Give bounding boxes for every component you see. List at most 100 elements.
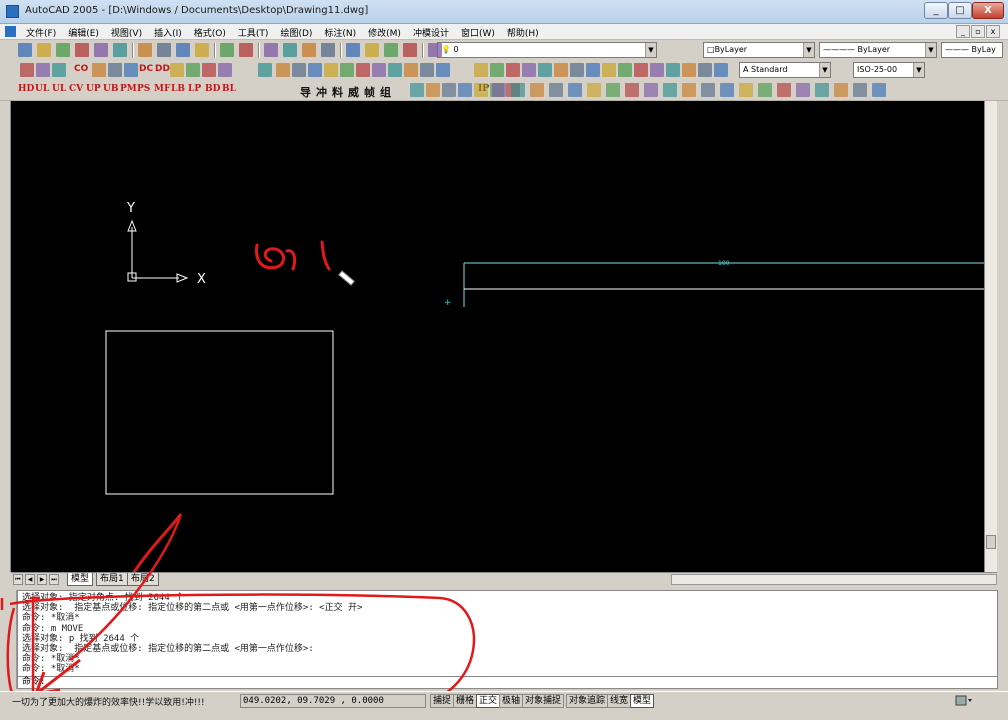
undo-icon[interactable] xyxy=(220,43,234,57)
osnap-toggle[interactable]: 对象捕捉 xyxy=(522,694,565,708)
draw-line-icon[interactable] xyxy=(20,63,34,77)
menu-item[interactable]: 文件(F) xyxy=(20,26,62,39)
menu-item[interactable]: 冲模设计 xyxy=(407,26,455,39)
die-design-tool-icon[interactable] xyxy=(739,83,753,97)
vertical-scrollbar[interactable] xyxy=(984,101,997,572)
menu-item[interactable]: 标注(N) xyxy=(318,26,362,39)
help-icon[interactable] xyxy=(403,43,417,57)
die-design-tool-icon[interactable] xyxy=(834,83,848,97)
menu-item[interactable]: 格式(O) xyxy=(188,26,232,39)
coordinate-readout[interactable]: 049.0202, 09.7029 , 0.0000 xyxy=(240,694,426,708)
preview-icon[interactable] xyxy=(94,43,108,57)
die-design-tool-icon[interactable] xyxy=(758,83,772,97)
die-design-tool-icon[interactable] xyxy=(492,83,506,97)
die-design-tool-icon[interactable] xyxy=(720,83,734,97)
zoom-window-icon[interactable] xyxy=(302,43,316,57)
menu-item[interactable]: 编辑(E) xyxy=(62,26,105,39)
polyline-icon[interactable] xyxy=(666,63,680,77)
lineweight-combo[interactable]: ——— ByLay xyxy=(941,42,1003,58)
die-design-tool-icon[interactable] xyxy=(625,83,639,97)
arc-icon[interactable] xyxy=(436,63,450,77)
spline-icon[interactable] xyxy=(506,63,520,77)
rectangle-icon[interactable] xyxy=(698,63,712,77)
polyline-icon[interactable] xyxy=(388,63,402,77)
menu-item[interactable]: 工具(T) xyxy=(232,26,275,39)
redo-icon[interactable] xyxy=(239,43,253,57)
polar-toggle[interactable]: 极轴 xyxy=(499,694,524,708)
ortho-toggle[interactable]: 正交 xyxy=(476,694,501,708)
text-style-combo[interactable]: A Standard ▼ xyxy=(739,62,831,78)
print-icon[interactable] xyxy=(75,43,89,57)
insert-block-icon[interactable] xyxy=(258,63,272,77)
insert-block-icon[interactable] xyxy=(538,63,552,77)
die-design-tool-icon[interactable] xyxy=(410,83,424,97)
die-cn-tool[interactable]: 冲 xyxy=(316,84,327,100)
die-design-tool-icon[interactable] xyxy=(682,83,696,97)
draw-line-icon[interactable] xyxy=(356,63,370,77)
next-tab-icon[interactable]: ▶ xyxy=(37,574,47,585)
circle-icon[interactable] xyxy=(170,63,184,77)
menu-item[interactable]: 绘图(D) xyxy=(274,26,318,39)
die-design-tool-icon[interactable] xyxy=(530,83,544,97)
point-icon[interactable] xyxy=(570,63,584,77)
die-cn-tool[interactable]: 导 xyxy=(300,84,311,100)
new-icon[interactable] xyxy=(18,43,32,57)
document-icon[interactable] xyxy=(5,26,16,37)
make-block-icon[interactable] xyxy=(554,63,568,77)
color-combo[interactable]: □ByLayer ▼ xyxy=(703,42,815,58)
die-tool-ub[interactable]: UB xyxy=(103,84,118,94)
dc-tool[interactable]: DC xyxy=(139,64,153,74)
menu-item[interactable]: 插入(I) xyxy=(148,26,188,39)
ellipse-icon[interactable] xyxy=(218,63,232,77)
die-cn-tool[interactable]: 组 xyxy=(380,84,391,100)
cut-icon[interactable] xyxy=(138,43,152,57)
ray-icon[interactable] xyxy=(372,63,386,77)
die-design-tool-icon[interactable] xyxy=(442,83,456,97)
menu-item[interactable]: 视图(V) xyxy=(105,26,148,39)
matchprop-icon[interactable] xyxy=(195,43,209,57)
rectangle-icon[interactable] xyxy=(108,63,122,77)
paste-icon[interactable] xyxy=(176,43,190,57)
die-design-tool-icon[interactable] xyxy=(426,83,440,97)
lineweight-toggle[interactable]: 线宽 xyxy=(607,694,632,708)
die-tool-bl[interactable]: BL xyxy=(222,84,236,94)
linetype-combo[interactable]: ———— ByLayer ▼ xyxy=(819,42,937,58)
draw-line-icon[interactable] xyxy=(634,63,648,77)
revcloud-icon[interactable] xyxy=(490,63,504,77)
snap-toggle[interactable]: 捕捉 xyxy=(430,694,455,708)
minimize-button[interactable]: _ xyxy=(924,2,948,19)
die-design-tool-icon[interactable] xyxy=(549,83,563,97)
menu-item[interactable]: 修改(M) xyxy=(362,26,407,39)
horizontal-scrollbar[interactable] xyxy=(671,574,997,585)
ray-icon[interactable] xyxy=(36,63,50,77)
copy-icon[interactable] xyxy=(157,43,171,57)
co-tool[interactable]: CO xyxy=(74,64,88,74)
arc-icon[interactable] xyxy=(714,63,728,77)
last-tab-icon[interactable]: ⏭ xyxy=(49,574,59,585)
command-line[interactable]: 命令: xyxy=(17,677,998,689)
ellipse-icon[interactable] xyxy=(522,63,536,77)
die-cn-tool[interactable]: 帧 xyxy=(364,84,375,100)
chevron-down-icon[interactable]: ▼ xyxy=(819,63,830,77)
pan-icon[interactable] xyxy=(264,43,278,57)
designcenter-icon[interactable] xyxy=(365,43,379,57)
region-icon[interactable] xyxy=(602,63,616,77)
ray-icon[interactable] xyxy=(650,63,664,77)
die-tool-ul[interactable]: UL xyxy=(35,84,49,94)
die-design-tool-icon[interactable] xyxy=(587,83,601,97)
die-design-tool-icon[interactable] xyxy=(872,83,886,97)
model-space-toggle[interactable]: 模型 xyxy=(630,694,655,708)
die-tool-ps[interactable]: PS xyxy=(137,84,150,94)
die-tool-lb[interactable]: LB xyxy=(171,84,185,94)
rectangle-icon[interactable] xyxy=(420,63,434,77)
die-tool-lp[interactable]: LP xyxy=(188,84,201,94)
die-cn-tool[interactable]: 料 xyxy=(332,84,343,100)
publish-icon[interactable] xyxy=(113,43,127,57)
die-design-tool-icon[interactable] xyxy=(853,83,867,97)
dim-style-combo[interactable]: ISO-25-00 ▼ xyxy=(853,62,925,78)
toolpalette-icon[interactable] xyxy=(384,43,398,57)
zoom-previous-icon[interactable] xyxy=(321,43,335,57)
maximize-button[interactable]: □ xyxy=(948,2,972,19)
otrack-toggle[interactable]: 对象追踪 xyxy=(566,694,609,708)
die-tool-up[interactable]: UP xyxy=(86,84,101,94)
